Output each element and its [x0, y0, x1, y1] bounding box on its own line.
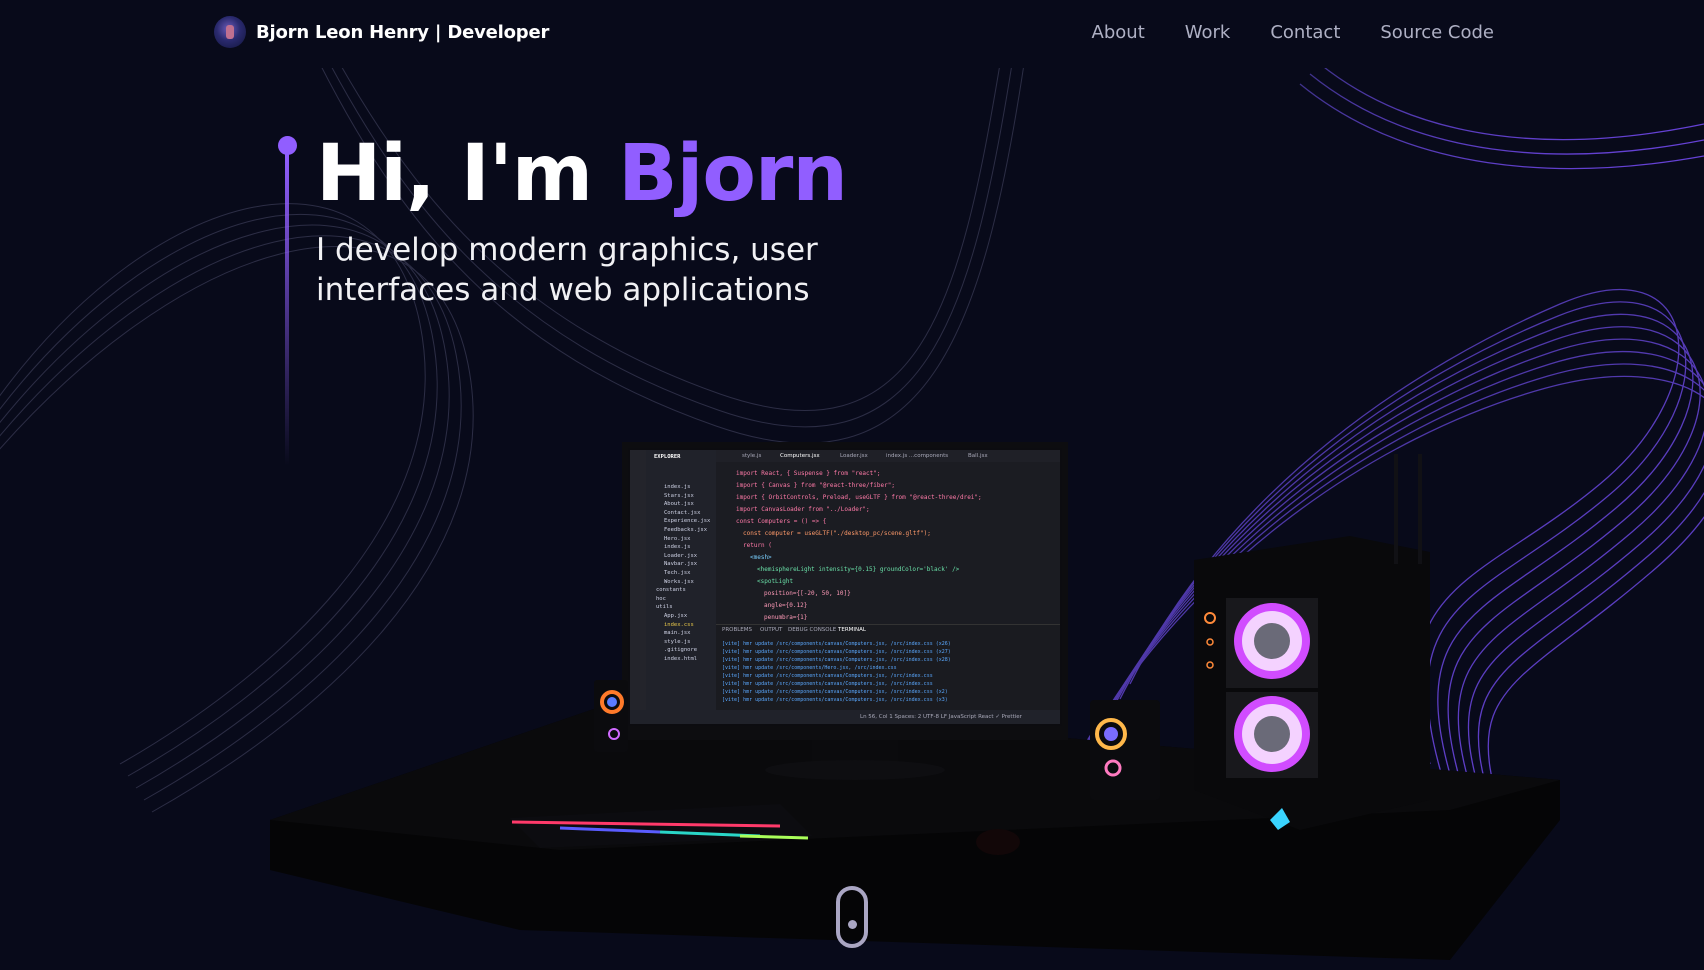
explorer-file[interactable]: index.js — [664, 484, 691, 490]
terminal-tab: PROBLEMS — [722, 627, 753, 633]
nav-links: About Work Contact Source Code — [1092, 22, 1494, 43]
terminal-tab-active: TERMINAL — [838, 627, 866, 633]
hero-timeline-marker — [277, 136, 297, 466]
status-text: Ln 56, Col 1 Spaces: 2 UTF-8 LF JavaScri… — [860, 714, 1022, 720]
nav-link-about[interactable]: About — [1092, 22, 1145, 43]
explorer-file[interactable]: App.jsx — [664, 613, 687, 619]
explorer-file[interactable]: constants — [656, 587, 686, 593]
explorer-file[interactable]: Tech.jsx — [664, 570, 691, 576]
logo-avatar-icon — [214, 16, 246, 48]
code-line: import React, { Suspense } from "react"; — [736, 470, 881, 477]
terminal-panel: PROBLEMS OUTPUT DEBUG CONSOLE TERMINAL [… — [716, 624, 1060, 711]
code-line: <mesh> — [750, 554, 772, 561]
editor-tab: Ball.jsx — [968, 453, 988, 459]
explorer-file[interactable]: index.html — [664, 656, 697, 662]
explorer-file[interactable]: index.css — [664, 622, 694, 628]
code-line: import { Canvas } from "@react-three/fib… — [736, 482, 895, 489]
scroll-down-indicator[interactable] — [836, 886, 868, 948]
code-line: import { OrbitControls, Preload, useGLTF… — [736, 494, 982, 501]
explorer-label: EXPLORER — [654, 454, 681, 460]
terminal-line: [vite] hmr update /src/components/canvas… — [722, 673, 933, 679]
explorer-file[interactable]: hoc — [656, 596, 666, 602]
code-line: const computer = useGLTF("./desktop_pc/s… — [743, 530, 931, 537]
editor-tab: style.js — [742, 453, 762, 459]
code-line: import CanvasLoader from "../Loader"; — [736, 506, 870, 513]
editor-tabs: style.js Computers.jsx Loader.jsx index.… — [716, 450, 1060, 462]
terminal-tab: OUTPUT — [760, 627, 783, 633]
navbar: Bjorn Leon Henry | Developer About Work … — [0, 0, 1704, 68]
terminal-line: [vite] hmr update /src/components/canvas… — [722, 657, 951, 663]
scroll-dot — [848, 920, 857, 929]
terminal-tab: DEBUG CONSOLE — [788, 627, 837, 633]
hero-subtitle: I develop modern graphics, user interfac… — [316, 232, 818, 308]
terminal-line: [vite] hmr update /src/components/canvas… — [722, 681, 933, 687]
code-line: penumbra={1} — [764, 614, 808, 621]
explorer-file[interactable]: utils — [656, 604, 673, 610]
terminal-line: [vite] hmr update /src/components/canvas… — [722, 697, 948, 703]
explorer-file[interactable]: Feedbacks.jsx — [664, 527, 707, 533]
hero-title: Hi, I'm Bjorn — [316, 128, 848, 220]
explorer-file[interactable]: Stars.jsx — [664, 493, 694, 499]
editor-tab: Loader.jsx — [840, 453, 868, 459]
explorer-file[interactable]: Contact.jsx — [664, 510, 700, 516]
explorer-file[interactable]: Loader.jsx — [664, 553, 697, 559]
explorer-file[interactable]: style.js — [664, 639, 691, 645]
hero-name: Bjorn — [618, 129, 848, 219]
explorer-file[interactable]: main.jsx — [664, 630, 691, 636]
code-line: <spotLight — [757, 578, 794, 585]
terminal-line: [vite] hmr update /src/components/canvas… — [722, 641, 951, 647]
editor-tab: index.js ...components — [886, 453, 949, 459]
code-line: <hemisphereLight intensity={0.15} ground… — [757, 566, 960, 573]
right-speaker — [1090, 700, 1160, 800]
code-line: return ( — [743, 542, 772, 549]
explorer-file[interactable]: .gitignore — [664, 647, 697, 653]
marker-line — [285, 153, 289, 466]
nav-link-contact[interactable]: Contact — [1270, 22, 1340, 43]
vscode-screen: EXPLORER index.js Stars.jsx About.jsx Conta… — [628, 448, 1062, 726]
terminal-line: [vite] hmr update /src/components/Hero.j… — [722, 665, 897, 671]
terminal-line: [vite] hmr update /src/components/canvas… — [722, 689, 948, 695]
activity-bar — [630, 450, 646, 724]
explorer-file[interactable]: index.js — [664, 544, 691, 550]
brand-name: Bjorn Leon Henry | Developer — [256, 21, 550, 43]
explorer-file[interactable]: Navbar.jsx — [664, 561, 697, 567]
code-line: position={[-20, 50, 10]} — [764, 590, 851, 597]
brand-link[interactable]: Bjorn Leon Henry | Developer — [214, 16, 549, 48]
terminal-line: [vite] hmr update /src/components/canvas… — [722, 649, 951, 655]
explorer-file[interactable]: Experience.jsx — [664, 518, 710, 524]
explorer-file[interactable]: Hero.jsx — [664, 536, 691, 542]
hero-greeting: Hi, I'm — [316, 129, 619, 219]
explorer-file[interactable]: About.jsx — [664, 501, 694, 507]
mouse — [976, 829, 1020, 855]
explorer-file[interactable]: Works.jsx — [664, 579, 694, 585]
status-bar: Ln 56, Col 1 Spaces: 2 UTF-8 LF JavaScri… — [630, 710, 1060, 724]
code-line: const Computers = () => { — [736, 518, 827, 525]
editor-tab-active: Computers.jsx — [780, 453, 820, 459]
nav-link-source-code[interactable]: Source Code — [1380, 22, 1494, 43]
nav-link-work[interactable]: Work — [1185, 22, 1231, 43]
code-line: angle={0.12} — [764, 602, 808, 609]
